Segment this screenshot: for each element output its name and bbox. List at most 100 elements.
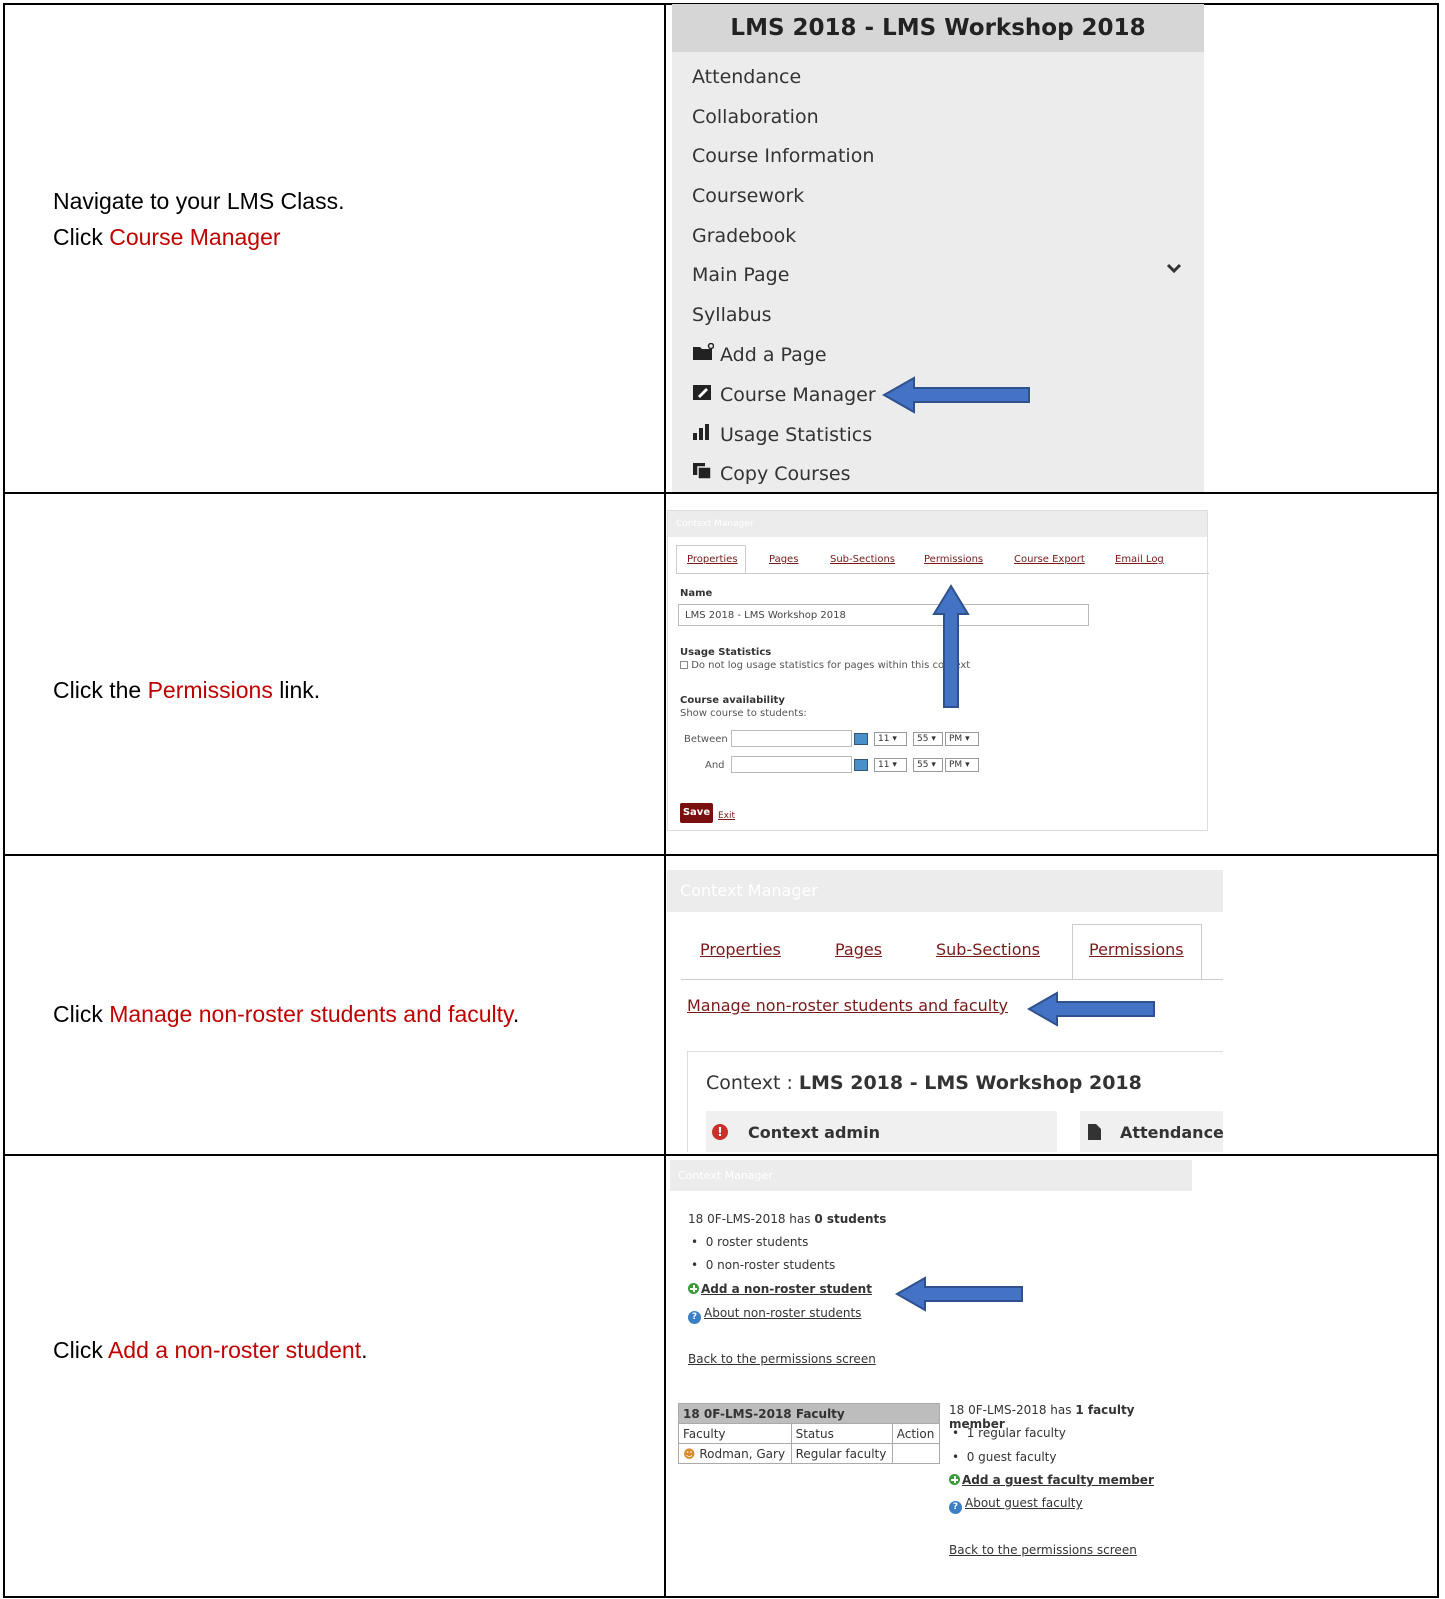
manage-non-roster-link[interactable]: Manage non-roster students and faculty [687, 996, 1008, 1015]
tab-permissions[interactable]: Permissions [924, 554, 983, 565]
and-ampm-value: PM [949, 760, 963, 770]
document-icon [1088, 1124, 1101, 1140]
step-2-prefix: Click the [53, 677, 148, 703]
calendar-icon[interactable] [854, 733, 868, 745]
context-name: LMS 2018 - LMS Workshop 2018 [798, 1072, 1142, 1094]
add-non-roster-student-text: Add a non-roster student [701, 1282, 872, 1296]
between-hour-select[interactable]: 11 ▾ [874, 732, 907, 746]
course-availability-label: Course availability [680, 695, 785, 706]
menu-tool-add-page[interactable]: Add a Page [692, 343, 827, 366]
context-manager-header: Context Manager [667, 870, 1223, 912]
back-to-permissions-link[interactable]: Back to the permissions screen [688, 1352, 876, 1366]
guest-faculty-text: 0 guest faculty [966, 1450, 1057, 1464]
step-1-line-1: Navigate to your LMS Class. [53, 188, 345, 214]
nonroster-students-text: 0 non-roster students [705, 1258, 836, 1272]
pointer-arrow [895, 1276, 1023, 1312]
add-non-roster-student-link[interactable]: Add a non-roster student [688, 1282, 872, 1296]
and-hour-value: 11 [878, 760, 890, 770]
column-divider [664, 5, 666, 492]
course-menu: LMS 2018 - LMS Workshop 2018 Attendance … [672, 4, 1204, 492]
tab-properties[interactable]: Properties [700, 940, 781, 959]
tab-properties[interactable]: Properties [687, 554, 738, 565]
context-admin-row[interactable]: ! Context admin [706, 1111, 1057, 1152]
add-guest-faculty-link[interactable]: Add a guest faculty member [949, 1473, 1154, 1487]
name-field-value: LMS 2018 - LMS Workshop 2018 [685, 610, 846, 621]
tab-underline [676, 573, 1209, 574]
copy-courses-label: Copy Courses [720, 463, 851, 485]
about-guest-faculty-link[interactable]: ? About guest faculty [949, 1496, 1083, 1514]
tab-underline [681, 979, 1223, 980]
menu-item-main-page[interactable]: Main Page [692, 264, 789, 286]
column-divider [664, 1156, 666, 1596]
usage-statistics-label: Usage Statistics [680, 647, 772, 658]
menu-item-collaboration[interactable]: Collaboration [692, 106, 819, 128]
faculty-name: Rodman, Gary [699, 1446, 786, 1461]
copy-icon [693, 463, 712, 480]
pointer-arrow [1027, 991, 1155, 1027]
edit-icon [693, 385, 711, 400]
context-manager-header: Context Manager [668, 511, 1207, 537]
pointer-arrow-up [932, 584, 970, 708]
between-minute-value: 55 [917, 734, 929, 744]
students-count: 0 students [814, 1212, 887, 1226]
user-icon: ☻ [683, 1446, 696, 1461]
about-non-roster-text: About non-roster students [704, 1306, 862, 1320]
menu-item-syllabus[interactable]: Syllabus [692, 304, 772, 326]
step-3-highlight: Manage non-roster students and faculty [109, 1001, 513, 1027]
tab-course-export[interactable]: Course Export [1014, 554, 1085, 565]
usage-checkbox[interactable] [680, 661, 688, 669]
folder-plus-icon [693, 343, 714, 360]
plus-icon [949, 1474, 960, 1485]
step-4-prefix: Click [53, 1337, 108, 1363]
calendar-icon[interactable] [854, 759, 868, 771]
back-to-permissions-link[interactable]: Back to the permissions screen [949, 1543, 1137, 1557]
col-status: Status [790, 1423, 893, 1444]
and-minute-select[interactable]: 55 ▾ [913, 758, 943, 772]
tab-pages[interactable]: Pages [835, 940, 882, 959]
attendance-row[interactable]: Attendance [1080, 1111, 1223, 1152]
menu-tool-copy-courses[interactable]: Copy Courses [692, 462, 850, 485]
menu-item-gradebook[interactable]: Gradebook [692, 225, 796, 247]
context-manager-header: Context Manager [670, 1160, 1192, 1191]
and-ampm-select[interactable]: PM ▾ [945, 758, 979, 772]
between-date-input[interactable] [731, 730, 852, 747]
faculty-status: Regular faculty [790, 1443, 893, 1464]
attendance-label: Attendance [1120, 1123, 1223, 1142]
nonroster-students-item: • 0 non-roster students [691, 1258, 836, 1272]
step-4-instruction: Click Add a non-roster student. [53, 1332, 368, 1368]
menu-item-course-information[interactable]: Course Information [692, 145, 874, 167]
students-summary: 18 0F-LMS-2018 has 0 students [688, 1212, 886, 1226]
and-hour-select[interactable]: 11 ▾ [874, 758, 907, 772]
column-divider [664, 494, 666, 854]
col-faculty: Faculty [678, 1423, 792, 1444]
menu-item-coursework[interactable]: Coursework [692, 185, 804, 207]
step-1-highlight: Course Manager [109, 224, 281, 250]
step-3-suffix: . [512, 1001, 520, 1027]
bar-chart-icon [693, 424, 709, 440]
tab-permissions[interactable]: Permissions [1089, 940, 1184, 959]
usage-checkbox-row[interactable]: Do not log usage statistics for pages wi… [680, 660, 970, 671]
tab-sub-sections[interactable]: Sub-Sections [830, 554, 895, 565]
column-divider [664, 856, 666, 1154]
step-2-instruction: Click the Permissions link. [53, 672, 320, 708]
tab-sub-sections[interactable]: Sub-Sections [936, 940, 1040, 959]
roster-students-item: • 0 roster students [691, 1235, 809, 1249]
regular-faculty-item: • 1 regular faculty [952, 1426, 1066, 1440]
name-label: Name [680, 588, 713, 599]
menu-tool-course-manager[interactable]: Course Manager [692, 383, 876, 406]
name-field[interactable]: LMS 2018 - LMS Workshop 2018 [678, 604, 1089, 626]
tab-email-log[interactable]: Email Log [1115, 554, 1164, 565]
between-minute-select[interactable]: 55 ▾ [913, 732, 943, 746]
and-date-input[interactable] [731, 756, 852, 773]
chevron-down-icon[interactable] [1166, 262, 1182, 274]
save-button[interactable]: Save [680, 803, 713, 823]
between-ampm-select[interactable]: PM ▾ [945, 732, 979, 746]
add-guest-faculty-text: Add a guest faculty member [962, 1473, 1154, 1487]
menu-tool-usage-statistics[interactable]: Usage Statistics [692, 423, 872, 446]
exit-link[interactable]: Exit [718, 811, 735, 821]
between-label: Between [684, 734, 728, 745]
menu-item-attendance[interactable]: Attendance [692, 66, 801, 88]
about-non-roster-link[interactable]: ? About non-roster students [688, 1306, 861, 1324]
course-availability-sub: Show course to students: [680, 708, 807, 719]
tab-pages[interactable]: Pages [769, 554, 798, 565]
